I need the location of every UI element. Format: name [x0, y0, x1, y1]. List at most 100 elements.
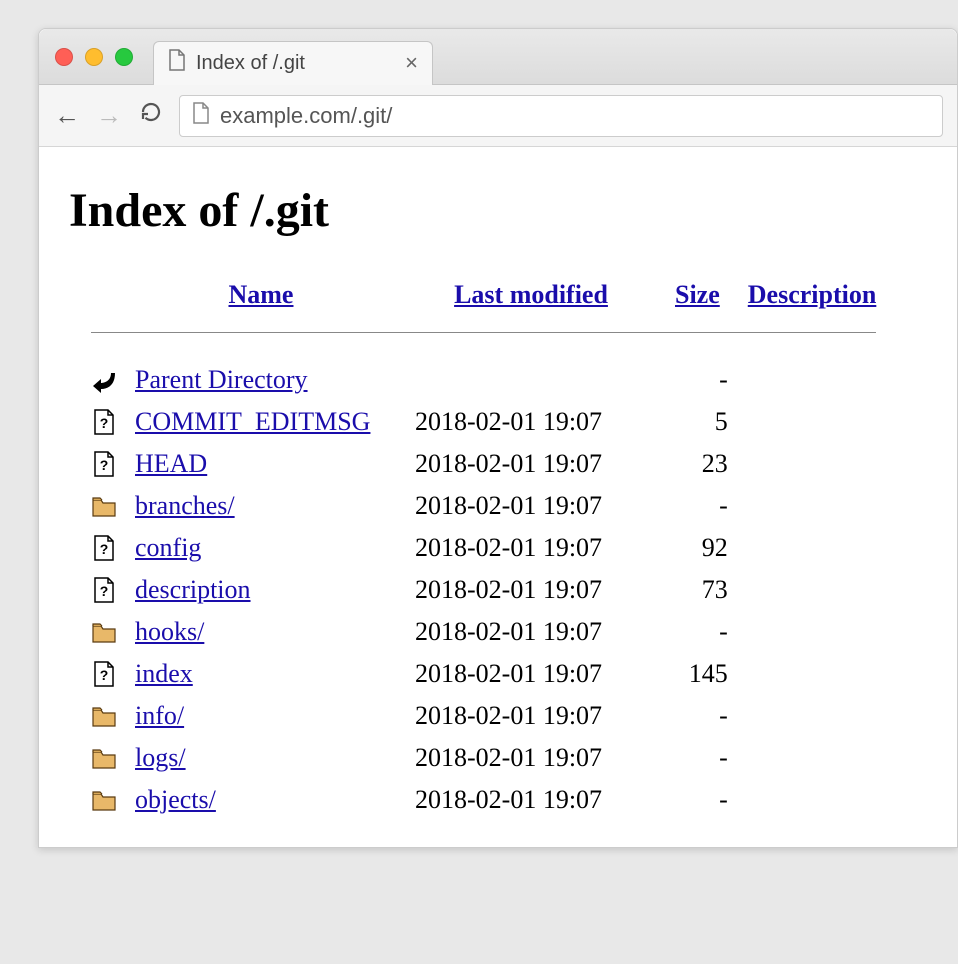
last-modified-cell: 2018-02-01 19:07: [401, 485, 661, 527]
file-name-cell: hooks/: [121, 611, 401, 653]
column-header-name[interactable]: Name: [121, 274, 401, 322]
file-name-cell: COMMIT_EDITMSG: [121, 401, 401, 443]
traffic-lights: [55, 48, 133, 66]
window-titlebar: Index of /.git ×: [39, 29, 957, 85]
size-cell: 145: [661, 653, 734, 695]
file-link[interactable]: HEAD: [135, 449, 207, 478]
browser-toolbar: ← → example.com/.git/: [39, 85, 957, 147]
description-cell: [734, 569, 891, 611]
size-cell: -: [661, 485, 734, 527]
description-cell: [734, 611, 891, 653]
svg-text:?: ?: [100, 583, 109, 599]
file-name-cell: logs/: [121, 737, 401, 779]
last-modified-cell: [401, 359, 661, 401]
folder-icon: [77, 779, 121, 821]
file-link[interactable]: hooks/: [135, 617, 204, 646]
folder-icon: [77, 737, 121, 779]
size-cell: 23: [661, 443, 734, 485]
last-modified-cell: 2018-02-01 19:07: [401, 401, 661, 443]
svg-text:?: ?: [100, 541, 109, 557]
description-cell: [734, 527, 891, 569]
description-cell: [734, 779, 891, 821]
size-cell: -: [661, 779, 734, 821]
reload-button[interactable]: [137, 100, 165, 131]
file-link[interactable]: COMMIT_EDITMSG: [135, 407, 370, 436]
close-window-button[interactable]: [55, 48, 73, 66]
table-row: branches/2018-02-01 19:07-: [77, 485, 890, 527]
file-icon: ?: [77, 443, 121, 485]
file-link[interactable]: logs/: [135, 743, 186, 772]
last-modified-cell: 2018-02-01 19:07: [401, 653, 661, 695]
file-icon: ?: [77, 653, 121, 695]
back-button[interactable]: ←: [53, 100, 81, 131]
file-name-cell: index: [121, 653, 401, 695]
file-name-cell: config: [121, 527, 401, 569]
table-row: Parent Directory -: [77, 359, 890, 401]
size-cell: -: [661, 737, 734, 779]
file-name-cell: branches/: [121, 485, 401, 527]
maximize-window-button[interactable]: [115, 48, 133, 66]
parent-directory-icon: [77, 359, 121, 401]
close-tab-icon[interactable]: ×: [405, 50, 418, 76]
description-cell: [734, 359, 891, 401]
file-name-cell: description: [121, 569, 401, 611]
size-cell: 92: [661, 527, 734, 569]
last-modified-cell: 2018-02-01 19:07: [401, 695, 661, 737]
directory-listing-table: Name Last modified Size Description Pare…: [77, 274, 890, 821]
tab-title: Index of /.git: [196, 52, 305, 75]
minimize-window-button[interactable]: [85, 48, 103, 66]
table-row: logs/2018-02-01 19:07-: [77, 737, 890, 779]
last-modified-cell: 2018-02-01 19:07: [401, 569, 661, 611]
description-cell: [734, 485, 891, 527]
page-icon: [168, 49, 186, 77]
file-link[interactable]: objects/: [135, 785, 216, 814]
table-row: ? config 2018-02-01 19:0792: [77, 527, 890, 569]
column-header-description[interactable]: Description: [734, 274, 891, 322]
file-link[interactable]: config: [135, 533, 201, 562]
size-cell: -: [661, 611, 734, 653]
description-cell: [734, 695, 891, 737]
folder-icon: [77, 485, 121, 527]
file-icon: ?: [77, 401, 121, 443]
file-icon: ?: [77, 569, 121, 611]
folder-icon: [77, 695, 121, 737]
column-header-modified[interactable]: Last modified: [401, 274, 661, 322]
file-link[interactable]: branches/: [135, 491, 235, 520]
file-link[interactable]: description: [135, 575, 251, 604]
table-row: ? description 2018-02-01 19:0773: [77, 569, 890, 611]
column-header-size[interactable]: Size: [661, 274, 734, 322]
last-modified-cell: 2018-02-01 19:07: [401, 779, 661, 821]
site-info-icon[interactable]: [192, 102, 210, 130]
file-link[interactable]: Parent Directory: [135, 365, 308, 394]
file-name-cell: objects/: [121, 779, 401, 821]
description-cell: [734, 401, 891, 443]
address-bar[interactable]: example.com/.git/: [179, 95, 943, 137]
table-row: objects/2018-02-01 19:07-: [77, 779, 890, 821]
table-row: info/2018-02-01 19:07-: [77, 695, 890, 737]
description-cell: [734, 737, 891, 779]
file-icon: ?: [77, 527, 121, 569]
file-name-cell: Parent Directory: [121, 359, 401, 401]
file-link[interactable]: index: [135, 659, 193, 688]
size-cell: -: [661, 695, 734, 737]
svg-text:?: ?: [100, 415, 109, 431]
last-modified-cell: 2018-02-01 19:07: [401, 737, 661, 779]
size-cell: 5: [661, 401, 734, 443]
file-name-cell: info/: [121, 695, 401, 737]
size-cell: 73: [661, 569, 734, 611]
page-content: Index of /.git Name Last modified Size D…: [39, 147, 957, 847]
size-cell: -: [661, 359, 734, 401]
browser-tab[interactable]: Index of /.git ×: [153, 41, 433, 85]
svg-text:?: ?: [100, 667, 109, 683]
description-cell: [734, 443, 891, 485]
description-cell: [734, 653, 891, 695]
table-row: hooks/2018-02-01 19:07-: [77, 611, 890, 653]
forward-button[interactable]: →: [95, 100, 123, 131]
table-row: ?HEAD2018-02-01 19:0723: [77, 443, 890, 485]
page-title: Index of /.git: [69, 183, 927, 238]
last-modified-cell: 2018-02-01 19:07: [401, 611, 661, 653]
file-link[interactable]: info/: [135, 701, 184, 730]
last-modified-cell: 2018-02-01 19:07: [401, 527, 661, 569]
table-row: ? index 2018-02-01 19:07145: [77, 653, 890, 695]
browser-window: Index of /.git × ← → example.com/.git/ I…: [38, 28, 958, 848]
